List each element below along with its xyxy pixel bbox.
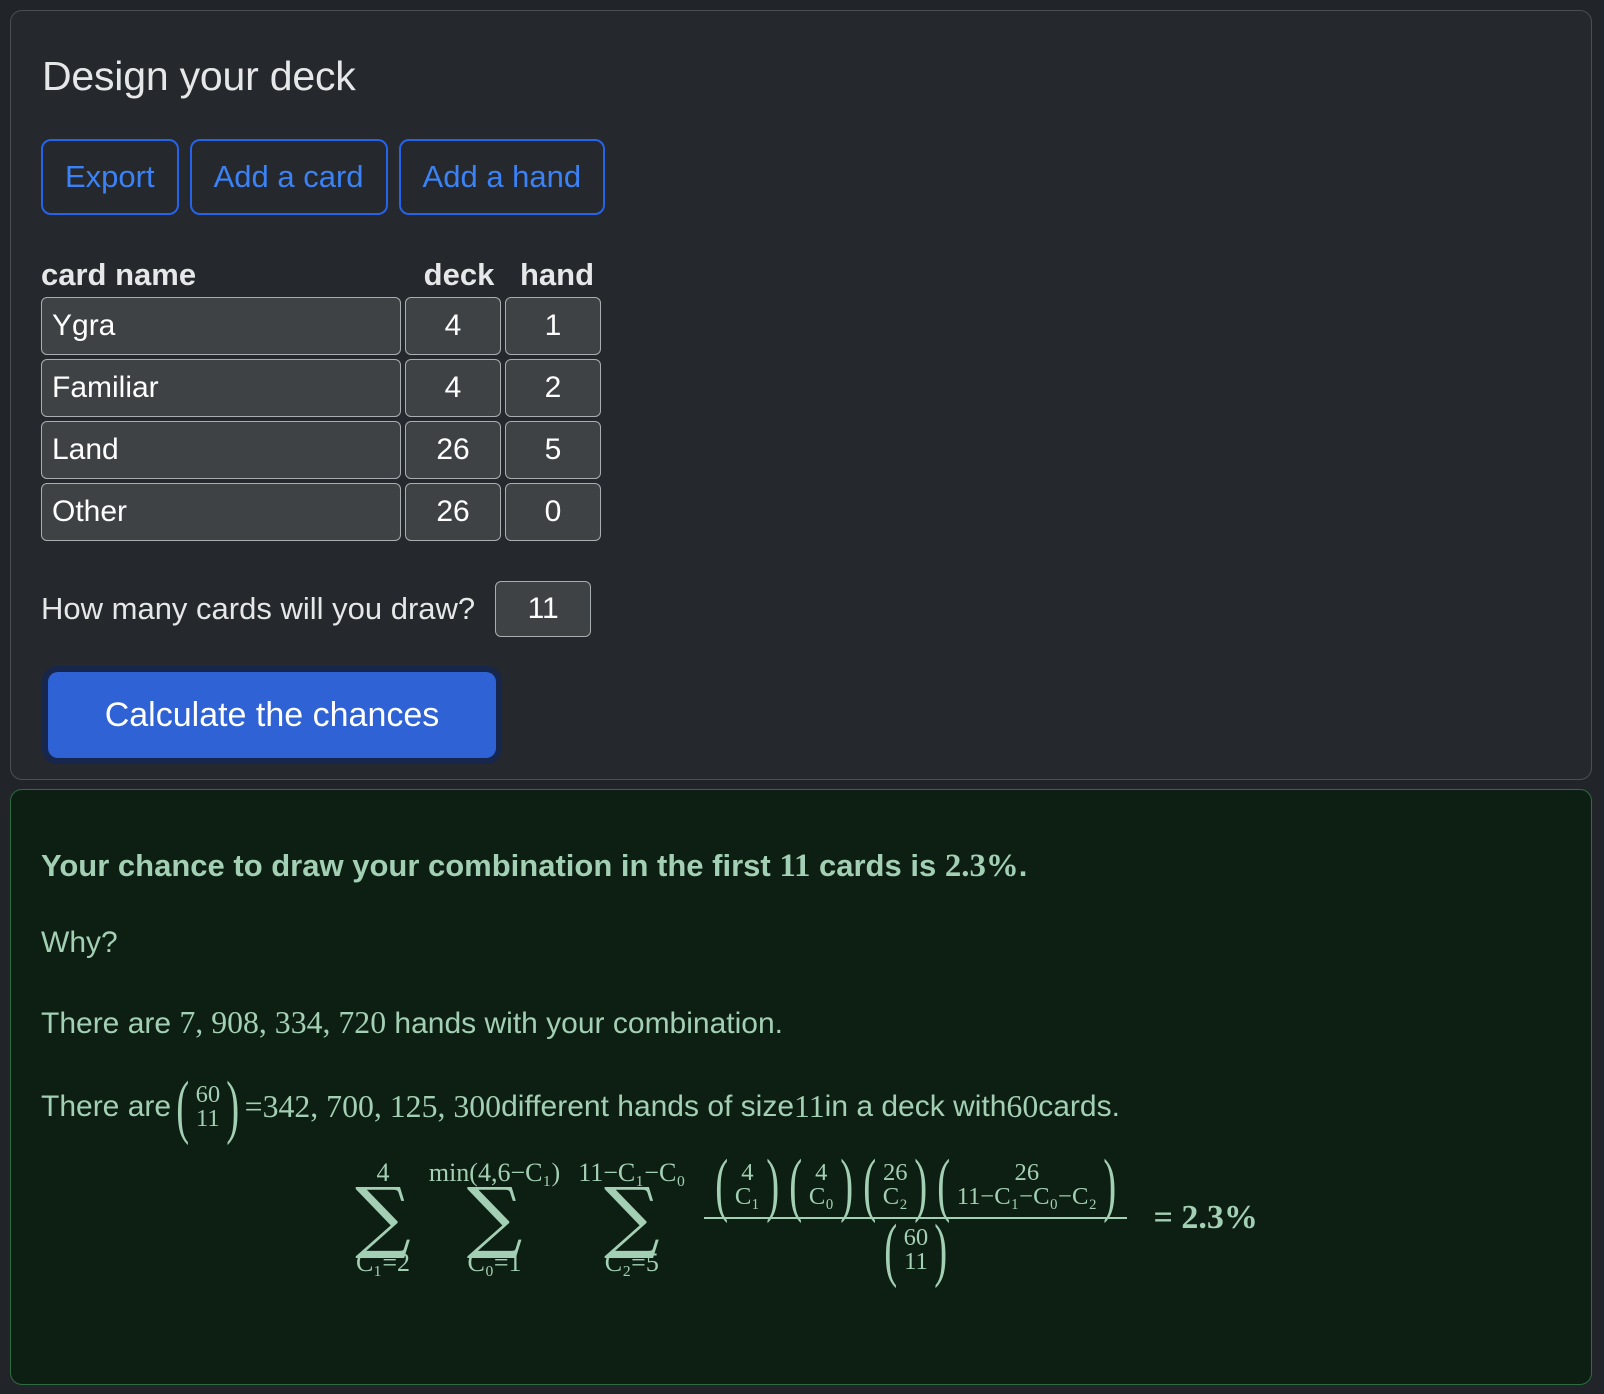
table-row bbox=[41, 297, 605, 355]
summation-2: min(4,6−C₁) ∑ C₀=1 bbox=[429, 1160, 560, 1275]
deck-table: card name deck hand bbox=[41, 251, 605, 541]
column-header-card-name: card name bbox=[41, 257, 197, 292]
draw-count-input[interactable] bbox=[495, 581, 592, 637]
draw-count-label: How many cards will you draw? bbox=[41, 591, 476, 626]
right-paren-glyph: ) bbox=[914, 1146, 927, 1224]
draw-count-row: How many cards will you draw? bbox=[41, 581, 592, 637]
binom-top: 26 bbox=[882, 1158, 908, 1186]
left-paren-glyph: ( bbox=[176, 1068, 190, 1146]
add-a-hand-button[interactable]: Add a hand bbox=[398, 139, 606, 215]
deck-count-input[interactable] bbox=[405, 359, 501, 417]
hand-count-input[interactable] bbox=[505, 297, 601, 355]
why-label: Why? bbox=[41, 926, 118, 959]
add-a-card-button[interactable]: Add a card bbox=[189, 139, 388, 215]
binom-bottom: C₀ bbox=[808, 1183, 834, 1211]
hands-suffix: hands with your combination. bbox=[386, 1007, 783, 1040]
result-alert-panel: Your chance to draw your combination in … bbox=[10, 789, 1592, 1385]
binomial-coefficient: ( 26 11−C₁−C₀−C₂ ) bbox=[932, 1146, 1121, 1224]
page-title: Design your deck bbox=[42, 53, 356, 99]
binom-top: 4 bbox=[741, 1158, 754, 1186]
binomial-coefficient: ( 60 11 ) bbox=[171, 1068, 245, 1146]
binom-top: 60 bbox=[195, 1080, 221, 1108]
card-name-input[interactable] bbox=[41, 359, 401, 417]
summation-1-lower-limit: C₁=2 bbox=[355, 1247, 411, 1277]
fraction-denominator: ( 60 11 ) bbox=[879, 1210, 953, 1289]
hand-count-input[interactable] bbox=[505, 483, 601, 541]
binom-top: 4 bbox=[815, 1158, 828, 1186]
binom-bottom: 11 bbox=[196, 1105, 220, 1133]
deck-designer-panel: Design your deck Export Add a card Add a… bbox=[10, 10, 1592, 780]
right-paren-glyph: ) bbox=[840, 1146, 854, 1224]
sigma-icon: ∑ bbox=[466, 1172, 523, 1263]
binomial-coefficient: ( 4 C₁ ) bbox=[710, 1146, 784, 1224]
total-deck-size: 60 bbox=[1006, 1089, 1039, 1125]
binomial-coefficient: ( 4 C₀ ) bbox=[784, 1146, 858, 1224]
table-row bbox=[41, 421, 605, 479]
hands-count-line: There are 7, 908, 334, 720 hands with yo… bbox=[41, 1005, 783, 1041]
summation-3-lower-limit: C₂=5 bbox=[604, 1247, 659, 1277]
right-paren-glyph: ) bbox=[1103, 1146, 1117, 1224]
hand-count-input[interactable] bbox=[505, 421, 601, 479]
headline-middle: cards is bbox=[810, 848, 945, 883]
headline-draw-count: 11 bbox=[779, 848, 811, 884]
table-header-row: card name deck hand bbox=[41, 251, 605, 293]
summation-1: 4 ∑ C₁=2 bbox=[355, 1160, 411, 1275]
binom-bottom: 11−C₁−C₀−C₂ bbox=[956, 1183, 1097, 1211]
total-hand-size: 11 bbox=[794, 1089, 825, 1125]
fraction-numerator: ( 4 C₁ ) ( 4 C₀ ) (26 C₂) (26 11−C₁−C… bbox=[704, 1146, 1127, 1224]
hands-count-value: 7, 908, 334, 720 bbox=[179, 1005, 387, 1040]
binom-bottom: C₂ bbox=[882, 1183, 908, 1211]
binomial-coefficient: ( 26 C₂ ) bbox=[858, 1146, 932, 1224]
app-root: Design your deck Export Add a card Add a… bbox=[0, 0, 1604, 1394]
summation-2-lower-limit: C₀=1 bbox=[467, 1247, 522, 1277]
binom-top: 60 bbox=[903, 1223, 929, 1251]
probability-fraction: ( 4 C₁ ) ( 4 C₀ ) (26 C₂) (26 11−C₁−C… bbox=[704, 1146, 1128, 1289]
binom-bottom: 11 bbox=[904, 1248, 928, 1276]
deck-count-input[interactable] bbox=[405, 297, 501, 355]
headline-prefix: Your chance to draw your combination in … bbox=[41, 848, 780, 883]
sigma-icon: ∑ bbox=[603, 1172, 660, 1263]
total-count-value: 342, 700, 125, 300 bbox=[262, 1089, 502, 1125]
binom-top: 26 bbox=[1014, 1158, 1040, 1186]
result-headline: Your chance to draw your combination in … bbox=[41, 848, 1027, 885]
left-paren-glyph: ( bbox=[863, 1146, 877, 1224]
left-paren-glyph: ( bbox=[884, 1210, 898, 1289]
total-suffix: cards. bbox=[1038, 1090, 1120, 1124]
table-row bbox=[41, 359, 605, 417]
column-header-deck: deck bbox=[423, 257, 495, 292]
headline-suffix: . bbox=[1018, 848, 1028, 883]
right-paren-glyph: ) bbox=[226, 1068, 240, 1146]
deck-count-input[interactable] bbox=[405, 421, 501, 479]
formula-result: = 2.3% bbox=[1153, 1198, 1258, 1236]
export-button[interactable]: Export bbox=[41, 139, 179, 215]
calculate-the-chances-button[interactable]: Calculate the chances bbox=[48, 672, 496, 758]
summation-3: 11−C₁−C₀ ∑ C₂=5 bbox=[578, 1160, 685, 1275]
table-row bbox=[41, 483, 605, 541]
left-paren-glyph: ( bbox=[937, 1146, 951, 1224]
card-name-input[interactable] bbox=[41, 483, 401, 541]
probability-formula: 4 ∑ C₁=2 min(4,6−C₁) ∑ C₀=1 11−C₁−C₀ ∑ C… bbox=[11, 1146, 1591, 1289]
left-paren-glyph: ( bbox=[789, 1146, 803, 1224]
card-name-input[interactable] bbox=[41, 297, 401, 355]
hands-prefix: There are bbox=[41, 1007, 180, 1040]
total-prefix: There are bbox=[41, 1090, 172, 1124]
hand-count-input[interactable] bbox=[505, 359, 601, 417]
total-equals: = bbox=[244, 1089, 263, 1125]
total-hands-line: There are ( 60 11 ) = 342, 700, 125, 300… bbox=[41, 1068, 1120, 1146]
right-paren-glyph: ) bbox=[766, 1146, 780, 1224]
card-name-input[interactable] bbox=[41, 421, 401, 479]
column-header-hand: hand bbox=[519, 257, 595, 292]
binomial-coefficient: ( 60 11 ) bbox=[879, 1210, 953, 1289]
binom-bottom: C₁ bbox=[734, 1183, 760, 1211]
toolbar: Export Add a card Add a hand bbox=[41, 139, 606, 215]
right-paren-glyph: ) bbox=[934, 1210, 948, 1289]
headline-probability: 2.3% bbox=[944, 848, 1019, 884]
total-middle-2: in a deck with bbox=[824, 1090, 1007, 1124]
sigma-icon: ∑ bbox=[355, 1172, 411, 1263]
deck-count-input[interactable] bbox=[405, 483, 501, 541]
left-paren-glyph: ( bbox=[715, 1146, 729, 1224]
total-middle: different hands of size bbox=[501, 1090, 795, 1124]
